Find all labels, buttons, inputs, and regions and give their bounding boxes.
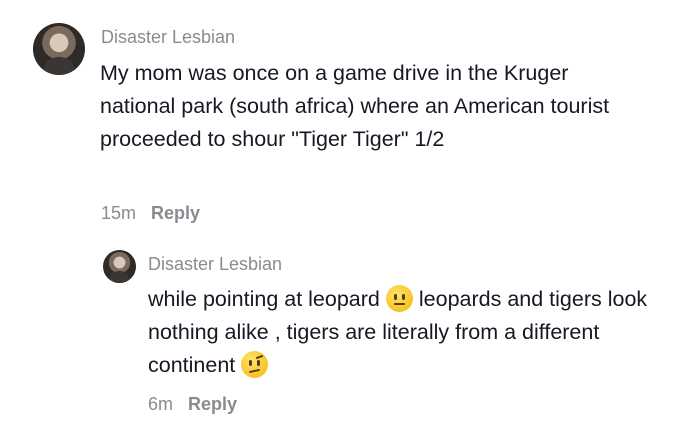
avatar[interactable]	[33, 23, 85, 75]
reply-timestamp: 6m	[148, 394, 174, 414]
comment-username[interactable]: Disaster Lesbian	[101, 27, 235, 48]
reply-button[interactable]: Reply	[151, 203, 200, 223]
comment-timestamp: 15m	[101, 203, 137, 223]
raised-eyebrow-emoji-icon	[241, 351, 269, 378]
reply-username[interactable]: Disaster Lesbian	[148, 254, 282, 275]
reply-button[interactable]: Reply	[188, 394, 237, 414]
neutral-face-emoji-icon	[385, 285, 413, 312]
avatar[interactable]	[103, 250, 136, 283]
comment-text: My mom was once on a game drive in the K…	[100, 61, 610, 151]
comment-meta: 15m Reply	[101, 203, 200, 224]
reply-text-part1: while pointing at leopard	[148, 287, 380, 311]
reply-text: while pointing at leopard leopards and ti…	[148, 283, 668, 382]
reply-meta: 6m Reply	[148, 394, 237, 415]
